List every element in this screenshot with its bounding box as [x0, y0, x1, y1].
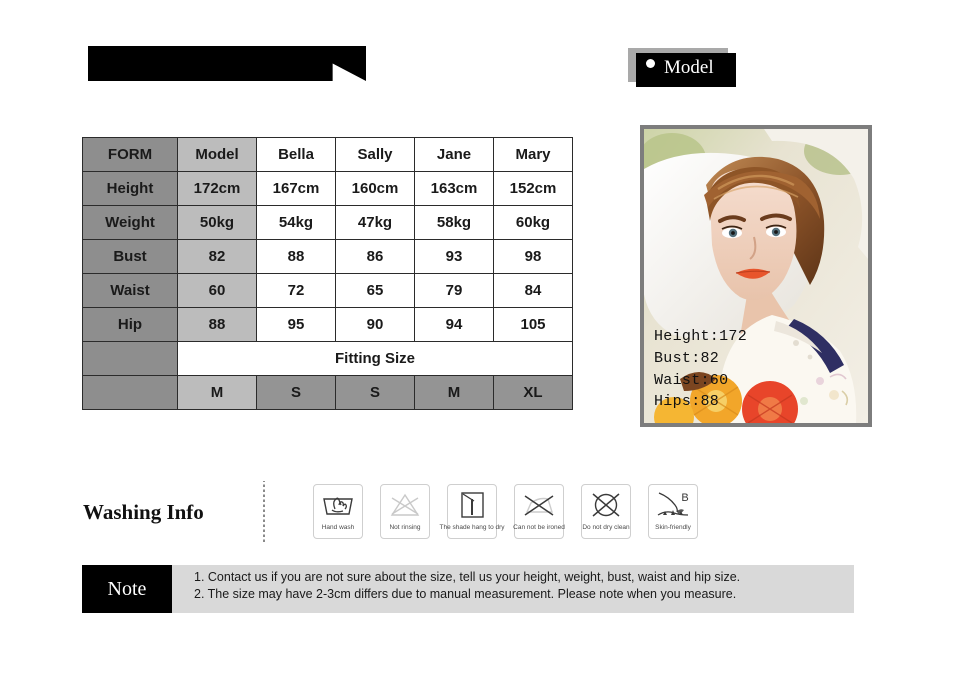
model-stat-hips: Hips:88: [654, 393, 720, 411]
cell-waist-bella: 72: [256, 273, 336, 308]
hand-wash-glyph: [318, 489, 358, 521]
cell-waist-model: 60: [177, 273, 257, 308]
fitting-report-title: Fitting Report: [60, 5, 185, 29]
hand-wash-icon: Hand wash: [313, 484, 363, 539]
cell-weight-bella: 54kg: [256, 205, 336, 240]
row-label-height: Height: [82, 171, 178, 206]
size-sally: S: [335, 375, 415, 410]
dotted-divider: [263, 481, 265, 543]
table-header-jane: Jane: [414, 137, 494, 172]
cell-hip-mary: 105: [493, 307, 573, 342]
table-header-sally: Sally: [335, 137, 415, 172]
note-line-2: 2. The size may have 2-3cm differs due t…: [194, 587, 737, 601]
shade-hang-dry-icon: The shade hang to dry: [439, 484, 505, 539]
cell-height-model: 172cm: [177, 171, 257, 206]
table-row: Bust 82 88 86 93 98: [82, 239, 573, 274]
fitting-size-blank-cell: [82, 341, 178, 376]
model-banner-plate: Model: [636, 53, 736, 87]
skin-friendly-caption: Skin-friendly: [655, 524, 691, 531]
fitting-size-title: Fitting Size: [177, 341, 573, 376]
sizes-blank-cell: [82, 375, 178, 410]
table-header-mary: Mary: [493, 137, 573, 172]
table-row-header: FORM Model Bella Sally Jane Mary: [82, 137, 573, 172]
model-banner-title: Model: [664, 57, 714, 78]
cell-bust-bella: 88: [256, 239, 336, 274]
do-not-dry-clean-icon: Do not dry clean: [581, 484, 631, 539]
model-stat-waist: Waist:60: [654, 371, 729, 389]
cell-hip-sally: 90: [335, 307, 415, 342]
fitting-size-table: FORM Model Bella Sally Jane Mary Height …: [82, 137, 573, 410]
row-label-bust: Bust: [82, 239, 178, 274]
note-body: 1. Contact us if you are not sure about …: [172, 565, 854, 613]
shade-hang-dry-glyph: [452, 489, 492, 521]
table-header-bella: Bella: [256, 137, 336, 172]
svg-text:B: B: [681, 492, 688, 504]
cell-height-bella: 167cm: [256, 171, 336, 206]
model-stat-height: Height:172: [654, 328, 748, 345]
cell-bust-model: 82: [177, 239, 257, 274]
skin-friendly-icon: B Skin-friendly: [648, 484, 698, 539]
table-header-model: Model: [177, 137, 257, 172]
cell-waist-mary: 84: [493, 273, 573, 308]
cell-bust-mary: 98: [493, 239, 573, 274]
washing-info-title: Washing Info: [83, 500, 204, 524]
shade-hang-dry-caption: The shade hang to dry: [439, 524, 505, 531]
table-row: Waist 60 72 65 79 84: [82, 273, 573, 308]
cell-weight-mary: 60kg: [493, 205, 573, 240]
model-measurements-overlay: Height:172 Bust:82 Waist:60 Hips:88: [654, 326, 747, 413]
cell-hip-model: 88: [177, 307, 257, 342]
cell-hip-jane: 94: [414, 307, 494, 342]
not-rinsing-glyph: [385, 489, 425, 521]
cell-weight-sally: 47kg: [335, 205, 415, 240]
cell-waist-sally: 65: [335, 273, 415, 308]
cell-weight-jane: 58kg: [414, 205, 494, 240]
do-not-iron-icon: Can not be ironed: [513, 484, 565, 539]
do-not-iron-glyph: [519, 489, 559, 521]
fitting-report-banner: [88, 46, 366, 81]
table-row: Weight 50kg 54kg 47kg 58kg 60kg: [82, 205, 573, 240]
model-stat-bust: Bust:82: [654, 349, 720, 367]
cell-height-mary: 152cm: [493, 171, 573, 206]
do-not-dry-clean-caption: Do not dry clean: [582, 524, 630, 531]
table-row-fitting-size: Fitting Size: [82, 341, 573, 376]
size-model: M: [177, 375, 257, 410]
note-line-1: 1. Contact us if you are not sure about …: [194, 570, 741, 584]
note-badge: Note: [82, 565, 172, 613]
cell-height-sally: 160cm: [335, 171, 415, 206]
bullet-dot-icon: [28, 13, 39, 24]
cell-weight-model: 50kg: [177, 205, 257, 240]
size-bella: S: [256, 375, 336, 410]
size-mary: XL: [493, 375, 573, 410]
row-label-waist: Waist: [82, 273, 178, 308]
row-label-hip: Hip: [82, 307, 178, 342]
hand-wash-caption: Hand wash: [321, 524, 355, 531]
table-row: Height 172cm 167cm 160cm 163cm 152cm: [82, 171, 573, 206]
washing-icon-list: Hand wash Not rinsing The shade hang to …: [313, 484, 698, 539]
table-row: Hip 88 95 90 94 105: [82, 307, 573, 342]
cell-bust-sally: 86: [335, 239, 415, 274]
cell-height-jane: 163cm: [414, 171, 494, 206]
cell-waist-jane: 79: [414, 273, 494, 308]
skin-friendly-glyph: B: [653, 489, 693, 521]
do-not-iron-caption: Can not be ironed: [513, 524, 565, 531]
row-label-weight: Weight: [82, 205, 178, 240]
table-row-sizes: M S S M XL: [82, 375, 573, 410]
model-banner: Model: [628, 48, 738, 88]
table-header-form: FORM: [82, 137, 178, 172]
cell-hip-bella: 95: [256, 307, 336, 342]
model-photo-frame: Height:172 Bust:82 Waist:60 Hips:88: [640, 125, 872, 427]
not-rinsing-icon: Not rinsing: [380, 484, 430, 539]
bullet-dot-icon: [646, 59, 655, 68]
cell-bust-jane: 93: [414, 239, 494, 274]
size-jane: M: [414, 375, 494, 410]
not-rinsing-caption: Not rinsing: [389, 524, 421, 531]
do-not-dry-clean-glyph: [586, 489, 626, 521]
note-section: Note 1. Contact us if you are not sure a…: [82, 565, 854, 613]
